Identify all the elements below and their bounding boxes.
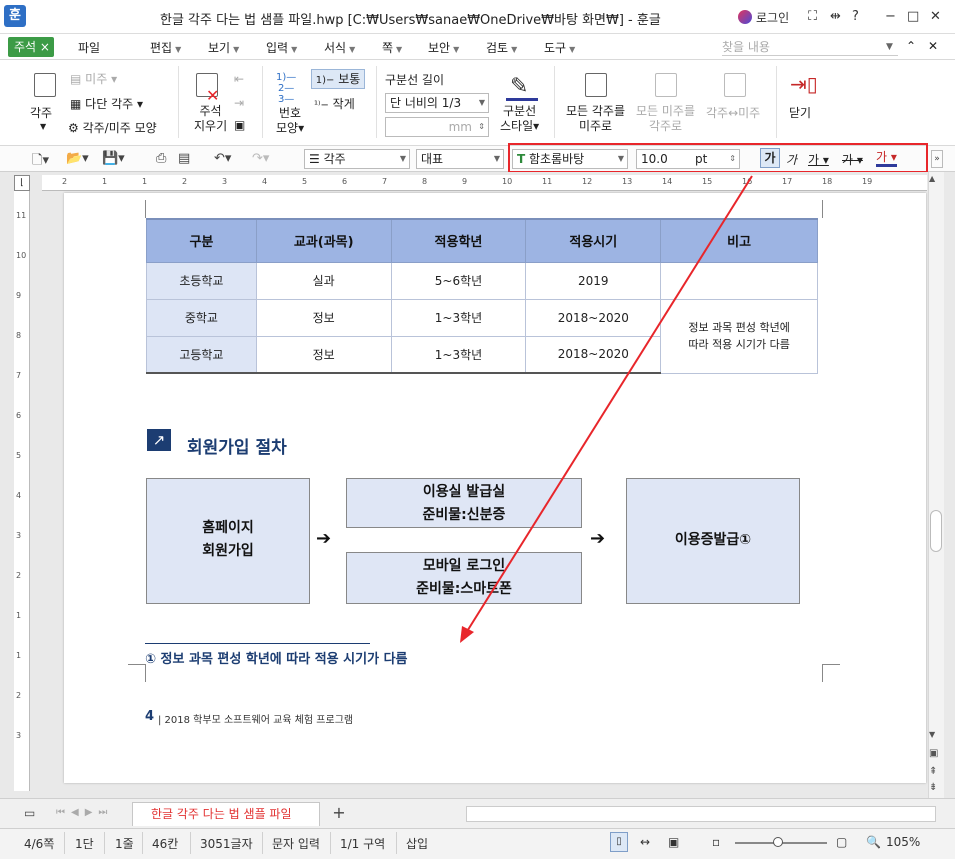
status-divider <box>190 832 191 854</box>
tab-nav-icons[interactable]: ⏮◀▶⏭ <box>56 807 113 818</box>
status-chars: 3051글자 <box>200 837 253 851</box>
annotation-arrow <box>460 175 753 643</box>
status-column: 1단 <box>75 837 94 851</box>
view-full-icon[interactable]: ▣ <box>668 835 679 849</box>
document-tab[interactable]: 한글 각주 다는 법 샘플 파일 <box>132 802 320 826</box>
status-divider <box>142 832 143 854</box>
add-tab-button[interactable]: + <box>326 803 352 825</box>
status-col-pos: 46칸 <box>152 837 179 851</box>
status-divider <box>64 832 65 854</box>
arrow-line <box>465 175 753 634</box>
zoom-slider-handle[interactable] <box>773 837 783 847</box>
scroll-up-icon[interactable]: ▲ <box>929 174 935 183</box>
view-width-icon[interactable]: ↔ <box>640 835 650 849</box>
status-section[interactable]: 1/1 구역 <box>340 835 385 852</box>
scroll-down-icon[interactable]: ▼ <box>929 730 935 739</box>
zoom-in-icon[interactable]: ▢ <box>836 835 847 849</box>
status-divider <box>104 832 105 854</box>
status-mode[interactable]: 문자 입력 <box>272 835 320 852</box>
status-divider <box>396 832 397 854</box>
view-page-icon[interactable]: ▯ <box>610 832 628 852</box>
next-page-icon[interactable]: ⇟ <box>929 782 937 793</box>
zoom-out-icon[interactable]: ▫ <box>712 835 720 849</box>
horizontal-scrollbar[interactable] <box>466 806 936 822</box>
status-line: 1줄 <box>115 837 134 851</box>
status-divider <box>262 832 263 854</box>
vertical-scroll-thumb[interactable] <box>930 510 942 552</box>
tab-list-icon[interactable]: ▭ <box>24 806 35 820</box>
status-page[interactable]: 4/6쪽 <box>24 835 54 852</box>
prev-page-icon[interactable]: ⇞ <box>929 766 937 777</box>
vertical-scrollbar[interactable] <box>928 172 944 798</box>
page-view-icon[interactable]: ▣ <box>929 748 938 759</box>
zoom-level[interactable]: 105% <box>886 835 920 849</box>
status-insert[interactable]: 삽입 <box>406 835 428 852</box>
zoom-magnifier-icon[interactable]: 🔍 <box>866 835 881 849</box>
status-divider <box>330 832 331 854</box>
arrow-head <box>460 626 474 643</box>
